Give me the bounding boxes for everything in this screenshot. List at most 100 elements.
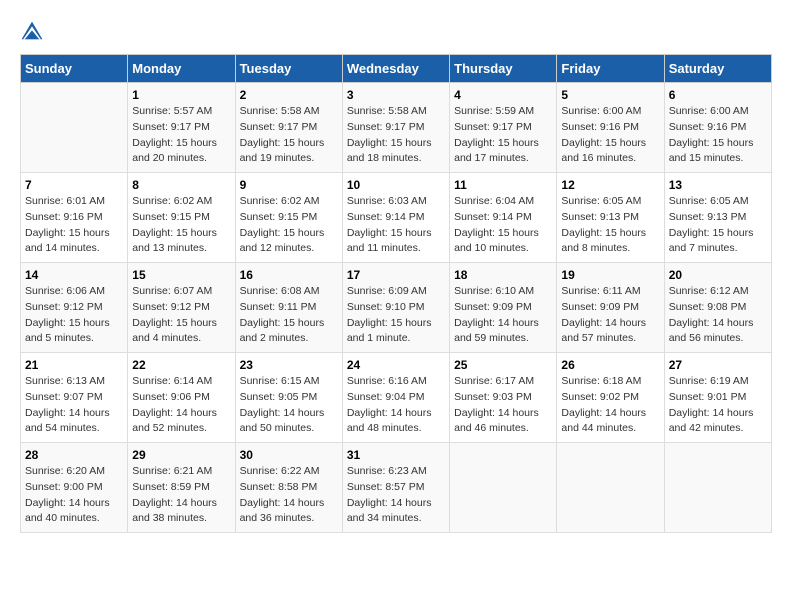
calendar-cell: 30 Sunrise: 6:22 AMSunset: 8:58 PMDayligh…	[235, 443, 342, 533]
header-day-friday: Friday	[557, 55, 664, 83]
week-row-1: 1 Sunrise: 5:57 AMSunset: 9:17 PMDaylight…	[21, 83, 772, 173]
day-info: Sunrise: 6:20 AMSunset: 9:00 PMDaylight:…	[25, 464, 123, 527]
day-number: 3	[347, 88, 445, 102]
calendar-table: SundayMondayTuesdayWednesdayThursdayFrid…	[20, 54, 772, 533]
calendar-cell: 15 Sunrise: 6:07 AMSunset: 9:12 PMDayligh…	[128, 263, 235, 353]
calendar-cell: 14Sunrise: 6:06 AMSunset: 9:12 PMDayligh…	[21, 263, 128, 353]
day-number: 6	[669, 88, 767, 102]
day-info: Sunrise: 6:14 AMSunset: 9:06 PMDaylight:…	[132, 374, 230, 437]
calendar-cell: 8 Sunrise: 6:02 AMSunset: 9:15 PMDaylight…	[128, 173, 235, 263]
day-number: 1	[132, 88, 230, 102]
day-number: 4	[454, 88, 552, 102]
day-info: Sunrise: 6:17 AMSunset: 9:03 PMDaylight:…	[454, 374, 552, 437]
day-info: Sunrise: 6:13 AMSunset: 9:07 PMDaylight:…	[25, 374, 123, 437]
day-number: 27	[669, 358, 767, 372]
day-number: 23	[240, 358, 338, 372]
day-number: 12	[561, 178, 659, 192]
day-number: 18	[454, 268, 552, 282]
day-number: 20	[669, 268, 767, 282]
calendar-cell: 28 Sunrise: 6:20 AMSunset: 9:00 PMDayligh…	[21, 443, 128, 533]
header-row: SundayMondayTuesdayWednesdayThursdayFrid…	[21, 55, 772, 83]
calendar-cell: 16 Sunrise: 6:08 AMSunset: 9:11 PMDayligh…	[235, 263, 342, 353]
day-info: Sunrise: 6:18 AMSunset: 9:02 PMDaylight:…	[561, 374, 659, 437]
calendar-cell: 21 Sunrise: 6:13 AMSunset: 9:07 PMDayligh…	[21, 353, 128, 443]
page-header	[20, 20, 772, 44]
calendar-cell: 24 Sunrise: 6:16 AMSunset: 9:04 PMDayligh…	[342, 353, 449, 443]
calendar-cell: 13Sunrise: 6:05 AMSunset: 9:13 PMDayligh…	[664, 173, 771, 263]
day-number: 21	[25, 358, 123, 372]
day-number: 15	[132, 268, 230, 282]
calendar-cell: 9 Sunrise: 6:02 AMSunset: 9:15 PMDaylight…	[235, 173, 342, 263]
day-number: 2	[240, 88, 338, 102]
day-info: Sunrise: 5:57 AMSunset: 9:17 PMDaylight:…	[132, 104, 230, 167]
day-number: 29	[132, 448, 230, 462]
day-info: Sunrise: 6:10 AMSunset: 9:09 PMDaylight:…	[454, 284, 552, 347]
header-day-tuesday: Tuesday	[235, 55, 342, 83]
day-info: Sunrise: 6:02 AMSunset: 9:15 PMDaylight:…	[132, 194, 230, 257]
day-number: 13	[669, 178, 767, 192]
day-number: 9	[240, 178, 338, 192]
calendar-cell: 31 Sunrise: 6:23 AMSunset: 8:57 PMDayligh…	[342, 443, 449, 533]
week-row-5: 28 Sunrise: 6:20 AMSunset: 9:00 PMDayligh…	[21, 443, 772, 533]
calendar-cell: 19Sunrise: 6:11 AMSunset: 9:09 PMDayligh…	[557, 263, 664, 353]
week-row-2: 7 Sunrise: 6:01 AMSunset: 9:16 PMDaylight…	[21, 173, 772, 263]
calendar-cell: 23 Sunrise: 6:15 AMSunset: 9:05 PMDayligh…	[235, 353, 342, 443]
day-info: Sunrise: 6:02 AMSunset: 9:15 PMDaylight:…	[240, 194, 338, 257]
calendar-cell	[557, 443, 664, 533]
day-number: 25	[454, 358, 552, 372]
day-number: 28	[25, 448, 123, 462]
day-number: 22	[132, 358, 230, 372]
header-day-sunday: Sunday	[21, 55, 128, 83]
calendar-cell: 3 Sunrise: 5:58 AMSunset: 9:17 PMDaylight…	[342, 83, 449, 173]
calendar-cell: 2 Sunrise: 5:58 AMSunset: 9:17 PMDaylight…	[235, 83, 342, 173]
week-row-3: 14Sunrise: 6:06 AMSunset: 9:12 PMDayligh…	[21, 263, 772, 353]
calendar-cell: 6 Sunrise: 6:00 AMSunset: 9:16 PMDaylight…	[664, 83, 771, 173]
day-info: Sunrise: 6:08 AMSunset: 9:11 PMDaylight:…	[240, 284, 338, 347]
day-number: 5	[561, 88, 659, 102]
day-info: Sunrise: 5:58 AMSunset: 9:17 PMDaylight:…	[240, 104, 338, 167]
day-number: 30	[240, 448, 338, 462]
day-info: Sunrise: 6:16 AMSunset: 9:04 PMDaylight:…	[347, 374, 445, 437]
day-info: Sunrise: 6:05 AMSunset: 9:13 PMDaylight:…	[561, 194, 659, 257]
calendar-cell: 10Sunrise: 6:03 AMSunset: 9:14 PMDayligh…	[342, 173, 449, 263]
logo-icon	[20, 20, 44, 44]
calendar-cell	[664, 443, 771, 533]
day-number: 7	[25, 178, 123, 192]
day-info: Sunrise: 6:19 AMSunset: 9:01 PMDaylight:…	[669, 374, 767, 437]
header-day-wednesday: Wednesday	[342, 55, 449, 83]
day-info: Sunrise: 6:04 AMSunset: 9:14 PMDaylight:…	[454, 194, 552, 257]
calendar-cell: 26 Sunrise: 6:18 AMSunset: 9:02 PMDayligh…	[557, 353, 664, 443]
day-info: Sunrise: 6:15 AMSunset: 9:05 PMDaylight:…	[240, 374, 338, 437]
calendar-cell: 5 Sunrise: 6:00 AMSunset: 9:16 PMDaylight…	[557, 83, 664, 173]
day-number: 24	[347, 358, 445, 372]
header-day-thursday: Thursday	[450, 55, 557, 83]
day-number: 14	[25, 268, 123, 282]
day-info: Sunrise: 6:12 AMSunset: 9:08 PMDaylight:…	[669, 284, 767, 347]
calendar-cell: 12 Sunrise: 6:05 AMSunset: 9:13 PMDayligh…	[557, 173, 664, 263]
day-number: 31	[347, 448, 445, 462]
day-info: Sunrise: 6:23 AMSunset: 8:57 PMDaylight:…	[347, 464, 445, 527]
calendar-cell: 22 Sunrise: 6:14 AMSunset: 9:06 PMDayligh…	[128, 353, 235, 443]
day-info: Sunrise: 5:58 AMSunset: 9:17 PMDaylight:…	[347, 104, 445, 167]
day-number: 8	[132, 178, 230, 192]
calendar-cell: 1 Sunrise: 5:57 AMSunset: 9:17 PMDaylight…	[128, 83, 235, 173]
day-number: 16	[240, 268, 338, 282]
calendar-cell: 18 Sunrise: 6:10 AMSunset: 9:09 PMDayligh…	[450, 263, 557, 353]
calendar-cell: 4 Sunrise: 5:59 AMSunset: 9:17 PMDaylight…	[450, 83, 557, 173]
calendar-cell: 20 Sunrise: 6:12 AMSunset: 9:08 PMDayligh…	[664, 263, 771, 353]
calendar-cell: 29Sunrise: 6:21 AMSunset: 8:59 PMDayligh…	[128, 443, 235, 533]
calendar-cell: 27 Sunrise: 6:19 AMSunset: 9:01 PMDayligh…	[664, 353, 771, 443]
day-info: Sunrise: 6:07 AMSunset: 9:12 PMDaylight:…	[132, 284, 230, 347]
day-number: 11	[454, 178, 552, 192]
day-info: Sunrise: 6:09 AMSunset: 9:10 PMDaylight:…	[347, 284, 445, 347]
day-info: Sunrise: 6:22 AMSunset: 8:58 PMDaylight:…	[240, 464, 338, 527]
day-info: Sunrise: 6:00 AMSunset: 9:16 PMDaylight:…	[669, 104, 767, 167]
day-info: Sunrise: 6:00 AMSunset: 9:16 PMDaylight:…	[561, 104, 659, 167]
day-number: 26	[561, 358, 659, 372]
day-info: Sunrise: 5:59 AMSunset: 9:17 PMDaylight:…	[454, 104, 552, 167]
calendar-cell: 7 Sunrise: 6:01 AMSunset: 9:16 PMDaylight…	[21, 173, 128, 263]
calendar-cell: 17Sunrise: 6:09 AMSunset: 9:10 PMDayligh…	[342, 263, 449, 353]
calendar-cell: 25 Sunrise: 6:17 AMSunset: 9:03 PMDayligh…	[450, 353, 557, 443]
day-info: Sunrise: 6:01 AMSunset: 9:16 PMDaylight:…	[25, 194, 123, 257]
day-info: Sunrise: 6:11 AMSunset: 9:09 PMDaylight:…	[561, 284, 659, 347]
